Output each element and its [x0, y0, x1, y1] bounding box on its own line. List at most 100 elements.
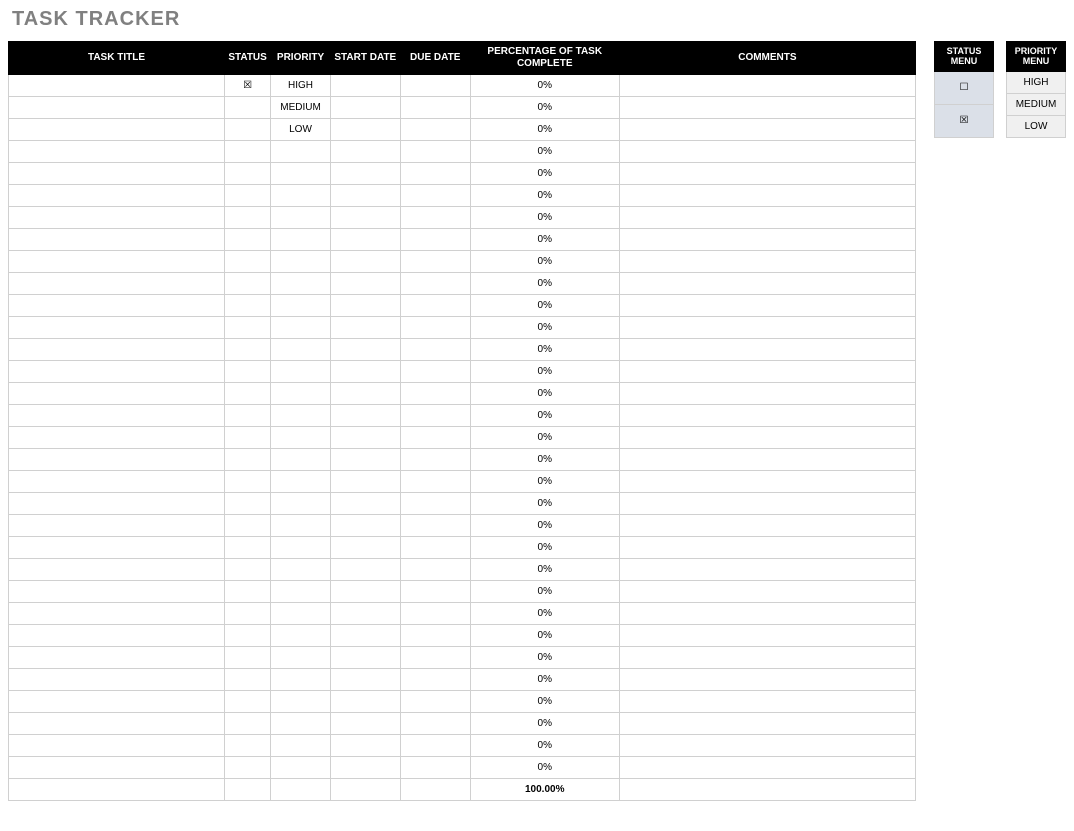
cell-pct-complete[interactable]: 0% [470, 713, 619, 735]
cell-pct-complete[interactable]: 0% [470, 273, 619, 295]
cell-status[interactable] [224, 229, 270, 251]
cell-status[interactable] [224, 471, 270, 493]
cell-task-title[interactable] [9, 493, 225, 515]
cell-start-date[interactable] [330, 427, 400, 449]
cell-task-title[interactable] [9, 449, 225, 471]
cell-pct-complete[interactable]: 0% [470, 625, 619, 647]
cell-priority[interactable] [271, 647, 331, 669]
cell-priority[interactable]: LOW [271, 119, 331, 141]
cell-task-title[interactable] [9, 669, 225, 691]
cell-status[interactable] [224, 405, 270, 427]
priority-menu-item[interactable]: MEDIUM [1007, 94, 1066, 116]
cell-start-date[interactable] [330, 669, 400, 691]
cell-priority[interactable] [271, 141, 331, 163]
cell-priority[interactable] [271, 163, 331, 185]
cell-task-title[interactable] [9, 295, 225, 317]
cell-pct-complete[interactable]: 0% [470, 229, 619, 251]
cell-comments[interactable] [619, 185, 915, 207]
cell-priority[interactable] [271, 493, 331, 515]
cell-task-title[interactable] [9, 163, 225, 185]
cell-status[interactable] [224, 251, 270, 273]
cell-start-date[interactable] [330, 691, 400, 713]
cell-task-title[interactable] [9, 427, 225, 449]
cell-status[interactable] [224, 581, 270, 603]
cell-comments[interactable] [619, 251, 915, 273]
priority-menu-item[interactable]: LOW [1007, 116, 1066, 138]
cell-pct-complete[interactable]: 0% [470, 471, 619, 493]
cell-start-date[interactable] [330, 163, 400, 185]
cell-comments[interactable] [619, 515, 915, 537]
cell-priority[interactable] [271, 361, 331, 383]
cell-priority[interactable] [271, 581, 331, 603]
cell-comments[interactable] [619, 449, 915, 471]
status-menu-item[interactable]: ☒ [935, 105, 994, 138]
cell-start-date[interactable] [330, 735, 400, 757]
cell-status[interactable] [224, 339, 270, 361]
cell-comments[interactable] [619, 339, 915, 361]
cell-due-date[interactable] [400, 229, 470, 251]
cell-status[interactable] [224, 295, 270, 317]
cell-due-date[interactable] [400, 779, 470, 801]
cell-comments[interactable] [619, 361, 915, 383]
cell-task-title[interactable] [9, 581, 225, 603]
cell-status[interactable] [224, 185, 270, 207]
cell-start-date[interactable] [330, 119, 400, 141]
status-menu-item[interactable]: ☐ [935, 72, 994, 105]
cell-comments[interactable] [619, 581, 915, 603]
cell-task-title[interactable] [9, 647, 225, 669]
cell-due-date[interactable] [400, 251, 470, 273]
cell-status[interactable] [224, 515, 270, 537]
cell-task-title[interactable] [9, 339, 225, 361]
cell-status[interactable] [224, 647, 270, 669]
cell-priority[interactable] [271, 537, 331, 559]
cell-start-date[interactable] [330, 405, 400, 427]
cell-priority[interactable] [271, 207, 331, 229]
cell-start-date[interactable] [330, 647, 400, 669]
cell-pct-complete[interactable]: 0% [470, 559, 619, 581]
cell-status[interactable] [224, 119, 270, 141]
cell-task-title[interactable] [9, 713, 225, 735]
cell-due-date[interactable] [400, 141, 470, 163]
cell-start-date[interactable] [330, 185, 400, 207]
cell-pct-complete[interactable]: 0% [470, 691, 619, 713]
cell-pct-complete[interactable]: 0% [470, 405, 619, 427]
cell-start-date[interactable] [330, 97, 400, 119]
cell-due-date[interactable] [400, 317, 470, 339]
cell-comments[interactable] [619, 735, 915, 757]
cell-start-date[interactable] [330, 537, 400, 559]
cell-pct-complete[interactable]: 0% [470, 317, 619, 339]
cell-start-date[interactable] [330, 317, 400, 339]
cell-comments[interactable] [619, 383, 915, 405]
cell-pct-complete[interactable]: 0% [470, 339, 619, 361]
cell-comments[interactable] [619, 625, 915, 647]
cell-priority[interactable] [271, 559, 331, 581]
cell-due-date[interactable] [400, 383, 470, 405]
cell-pct-complete[interactable]: 0% [470, 119, 619, 141]
cell-pct-complete[interactable]: 0% [470, 383, 619, 405]
cell-start-date[interactable] [330, 339, 400, 361]
cell-start-date[interactable] [330, 75, 400, 97]
cell-comments[interactable] [619, 163, 915, 185]
cell-start-date[interactable] [330, 625, 400, 647]
cell-status[interactable] [224, 449, 270, 471]
cell-comments[interactable] [619, 559, 915, 581]
cell-pct-complete[interactable]: 0% [470, 735, 619, 757]
cell-priority[interactable] [271, 317, 331, 339]
cell-pct-complete[interactable]: 0% [470, 361, 619, 383]
cell-pct-complete[interactable]: 0% [470, 493, 619, 515]
cell-due-date[interactable] [400, 207, 470, 229]
cell-start-date[interactable] [330, 493, 400, 515]
cell-status[interactable] [224, 97, 270, 119]
cell-pct-complete[interactable]: 0% [470, 515, 619, 537]
cell-priority[interactable] [271, 229, 331, 251]
cell-due-date[interactable] [400, 427, 470, 449]
cell-start-date[interactable] [330, 713, 400, 735]
cell-start-date[interactable] [330, 559, 400, 581]
cell-comments[interactable] [619, 229, 915, 251]
cell-pct-complete[interactable]: 0% [470, 185, 619, 207]
cell-start-date[interactable] [330, 449, 400, 471]
cell-task-title[interactable] [9, 75, 225, 97]
cell-comments[interactable] [619, 669, 915, 691]
cell-due-date[interactable] [400, 713, 470, 735]
cell-due-date[interactable] [400, 185, 470, 207]
